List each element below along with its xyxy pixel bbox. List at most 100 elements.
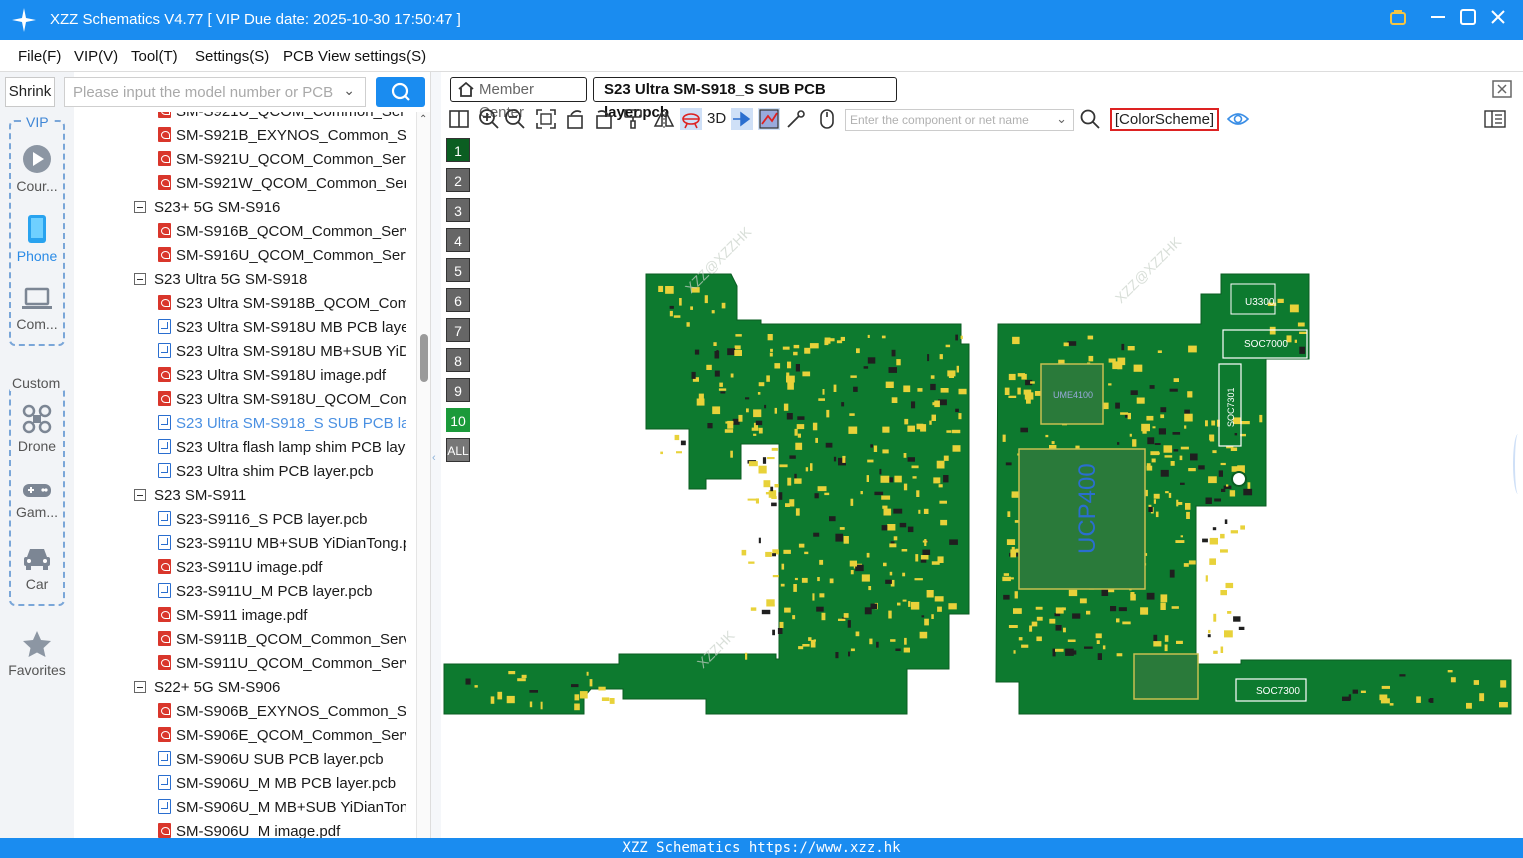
maximize-button[interactable] (1457, 8, 1479, 30)
pad (891, 349, 896, 357)
tree-file-item[interactable]: S23 Ultra SM-S918U MB PCB layer. (158, 316, 406, 340)
tree-group[interactable]: S23 SM-S911 (134, 484, 414, 508)
tree-file-item[interactable]: SM-S911B_QCOM_Common_Servic (158, 628, 406, 652)
probe-icon[interactable] (785, 108, 807, 130)
tree-file-item[interactable]: SM-S906U_M image.pdf (158, 820, 406, 838)
pin-tool-icon[interactable] (731, 108, 753, 130)
zoom-in-icon[interactable] (478, 108, 500, 130)
pad (1289, 304, 1299, 313)
menu-file[interactable]: File(F) (18, 48, 61, 65)
tree-file-item[interactable]: S23 Ultra SM-S918_S SUB PCB laye (158, 412, 406, 436)
tree-file-item[interactable]: S23-S911U image.pdf (158, 556, 406, 580)
pad (1169, 569, 1175, 578)
menu-settings[interactable]: Settings(S) (195, 48, 269, 65)
tree-scrollbar[interactable]: ⌃ (416, 112, 430, 838)
pcb-board-view[interactable]: U3300 SOC7000 UME4100 SOC7301 UCP400 SOC… (441, 134, 1523, 838)
tab-member-center[interactable]: Member Center (450, 77, 587, 121)
search-icon[interactable] (1079, 108, 1101, 130)
tree-file-item[interactable]: S23-S911U MB+SUB YiDianTong.p (158, 532, 406, 556)
mouse-icon[interactable] (816, 108, 838, 130)
tree-file-item[interactable]: SM-S906U_M MB+SUB YiDianTong (158, 796, 406, 820)
collapse-icon[interactable] (134, 273, 146, 285)
tree-file-item[interactable]: SM-S906U SUB PCB layer.pcb (158, 748, 406, 772)
minimize-button[interactable] (1427, 8, 1449, 30)
paint-brush-icon[interactable] (622, 108, 644, 130)
tree-file-item[interactable]: SM-S906U_M MB PCB layer.pcb (158, 772, 406, 796)
model-search-input[interactable]: Please input the model number or PCB ⌄ (64, 77, 366, 107)
fit-view-icon[interactable] (535, 108, 557, 130)
menu-tool[interactable]: Tool(T) (131, 48, 178, 65)
right-collapse-handle[interactable] (1513, 434, 1523, 494)
tree-file-item[interactable]: S23 Ultra flash lamp shim PCB laye (158, 436, 406, 460)
color-scheme-button[interactable]: [ColorScheme] (1110, 108, 1219, 131)
pad (719, 382, 723, 387)
rail-item-phone[interactable]: Phone (0, 214, 74, 264)
collapse-left-icon[interactable]: ‹ (432, 452, 436, 464)
pad (1002, 576, 1011, 582)
tab-active-file[interactable]: S23 Ultra SM-S918_S SUB PCB layer.pcb (593, 77, 897, 121)
tree-file-item[interactable]: S23 Ultra SM-S918U_QCOM_Comm (158, 388, 406, 412)
zoom-out-icon[interactable] (504, 108, 526, 130)
tree-file-item[interactable]: SM-S916U_QCOM_Common_Servic (158, 244, 406, 268)
tree-file-item[interactable]: SM-S906E_QCOM_Common_Servic (158, 724, 406, 748)
collapse-icon[interactable] (134, 489, 146, 501)
menu-vip[interactable]: VIP(V) (74, 48, 118, 65)
tree-group[interactable]: S23+ 5G SM-S916 (134, 196, 414, 220)
tree-file-item[interactable]: SM-S921W_QCOM_Common_Servi (158, 172, 406, 196)
pad (888, 367, 897, 373)
net-search-input[interactable]: Enter the component or net name ⌄ (845, 109, 1074, 131)
panel-toggle-icon[interactable] (1484, 108, 1506, 130)
pad (1180, 535, 1183, 538)
tree-item-label: S23 Ultra 5G SM-S918 (154, 271, 308, 288)
chevron-down-icon[interactable]: ⌄ (1056, 111, 1067, 127)
chevron-down-icon[interactable]: ⌄ (343, 82, 355, 99)
pcb-canvas[interactable]: 1 2 3 4 5 6 7 8 9 10 ALL U3300 SOC7000 UME4100 SOC… (441, 134, 1523, 838)
rotate-right-icon[interactable] (592, 108, 614, 130)
pad (1188, 468, 1196, 472)
menu-pcb-view-settings[interactable]: PCB View settings(S) (283, 48, 426, 65)
menu-bar: File(F) VIP(V) Tool(T) Settings(S) PCB V… (0, 40, 1523, 72)
rail-item-game[interactable]: Gam... (0, 480, 74, 520)
shrink-button[interactable]: Shrink (5, 77, 55, 107)
tree-file-item[interactable]: SM-S921U_QCOM_Common_Servic (158, 148, 406, 172)
split-view-icon[interactable] (448, 108, 470, 130)
scroll-up-icon[interactable]: ⌃ (419, 114, 427, 125)
pad (893, 536, 898, 541)
search-placeholder: Please input the model number or PCB (73, 84, 334, 101)
flip-board-icon[interactable] (680, 108, 702, 130)
tree-group[interactable]: S23 Ultra 5G SM-S918 (134, 268, 414, 292)
close-tabs-icon[interactable] (1492, 80, 1512, 98)
pad (829, 338, 835, 342)
rail-item-drone[interactable]: Drone (0, 404, 74, 454)
tree-file-item[interactable]: S23 Ultra SM-S918U image.pdf (158, 364, 406, 388)
rail-item-computer[interactable]: Com... (0, 286, 74, 332)
vip-badge-icon[interactable] (1387, 8, 1409, 30)
tree-file-item[interactable]: S23-S9116_S PCB layer.pcb (158, 508, 406, 532)
net-highlight-icon[interactable] (758, 108, 780, 130)
tree-file-item[interactable]: SM-S921U_QCOM_Common_Servic (158, 112, 406, 124)
scrollbar-thumb[interactable] (420, 334, 428, 382)
close-button[interactable] (1487, 8, 1509, 30)
rotate-left-icon[interactable] (565, 108, 587, 130)
tree-file-item[interactable]: S23 Ultra shim PCB layer.pcb (158, 460, 406, 484)
tree-file-item[interactable]: SM-S916B_QCOM_Common_Servic (158, 220, 406, 244)
tree-group[interactable]: S22+ 5G SM-S906 (134, 676, 414, 700)
collapse-icon[interactable] (134, 681, 146, 693)
tree-file-item[interactable]: S23-S911U_M PCB layer.pcb (158, 580, 406, 604)
collapse-icon[interactable] (134, 201, 146, 213)
eye-icon[interactable] (1227, 108, 1249, 130)
tree-file-item[interactable]: SM-S906B_EXYNOS_Common_Serv (158, 700, 406, 724)
3d-view-button[interactable]: 3D (707, 110, 726, 127)
tree-file-item[interactable]: SM-S921B_EXYNOS_Common_Serv (158, 124, 406, 148)
tree-file-item[interactable]: SM-S911U_QCOM_Common_Servic (158, 652, 406, 676)
rail-item-favorites[interactable]: Favorites (0, 630, 74, 678)
panel-splitter[interactable]: ‹ (430, 72, 441, 838)
tree-item-label: SM-S911U_QCOM_Common_Servic (176, 655, 406, 672)
tree-file-item[interactable]: S23 Ultra SM-S918U MB+SUB YiDi (158, 340, 406, 364)
tree-file-item[interactable]: SM-S911 image.pdf (158, 604, 406, 628)
rail-item-car[interactable]: Car (0, 546, 74, 592)
search-button[interactable] (376, 77, 425, 107)
rail-item-courses[interactable]: Cour... (0, 144, 74, 194)
tree-file-item[interactable]: S23 Ultra SM-S918B_QCOM_Comm (158, 292, 406, 316)
mirror-icon[interactable] (653, 108, 675, 130)
